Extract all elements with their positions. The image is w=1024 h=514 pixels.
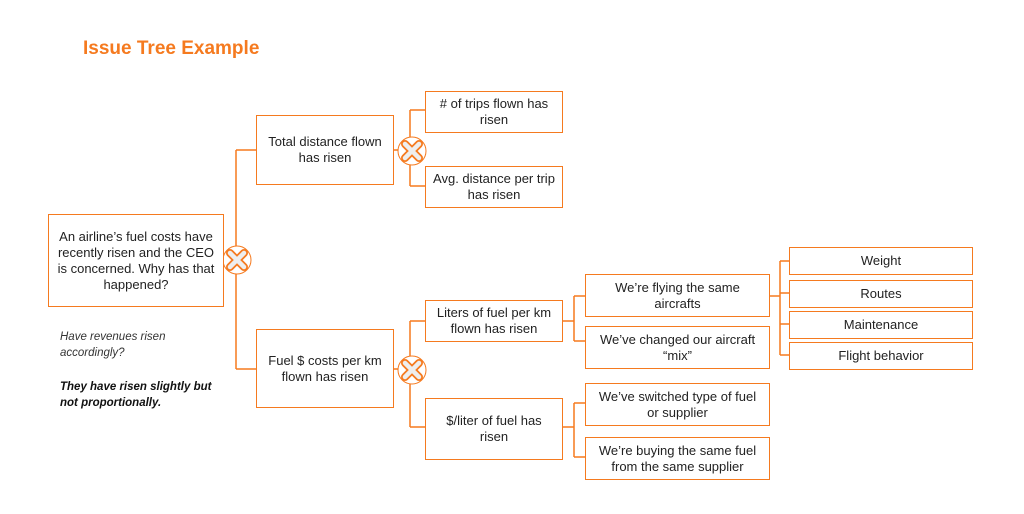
node-switched-fuel: We’ve switched type of fuel or supplier (585, 383, 770, 426)
node-weight: Weight (789, 247, 973, 275)
node-trips-flown: # of trips flown has risen (425, 91, 563, 133)
node-same-aircrafts: We’re flying the same aircrafts (585, 274, 770, 317)
x-cross-icon (397, 355, 427, 385)
connector-price (563, 402, 585, 458)
node-aircraft-mix: We’ve changed our aircraft “mix” (585, 326, 770, 369)
node-total-distance: Total distance flown has risen (256, 115, 394, 185)
connector-aircraft (770, 260, 789, 356)
node-fuel-cost-per-km: Fuel $ costs per km flown has risen (256, 329, 394, 408)
node-liters-per-km: Liters of fuel per km flown has risen (425, 300, 563, 342)
node-maintenance: Maintenance (789, 311, 973, 339)
x-cross-icon (397, 136, 427, 166)
node-flight-behavior: Flight behavior (789, 342, 973, 370)
node-same-fuel-supplier: We’re buying the same fuel from the same… (585, 437, 770, 480)
node-avg-distance: Avg. distance per trip has risen (425, 166, 563, 208)
answer-note: They have risen slightly but not proport… (60, 381, 212, 409)
node-price-per-liter: $/liter of fuel has risen (425, 398, 563, 460)
root-question-box: An airline’s fuel costs have recently ri… (48, 214, 224, 307)
node-routes: Routes (789, 280, 973, 308)
question-note: Have revenues risen accordingly? (60, 331, 166, 359)
connector-liters (563, 295, 585, 342)
x-cross-icon (222, 245, 252, 275)
